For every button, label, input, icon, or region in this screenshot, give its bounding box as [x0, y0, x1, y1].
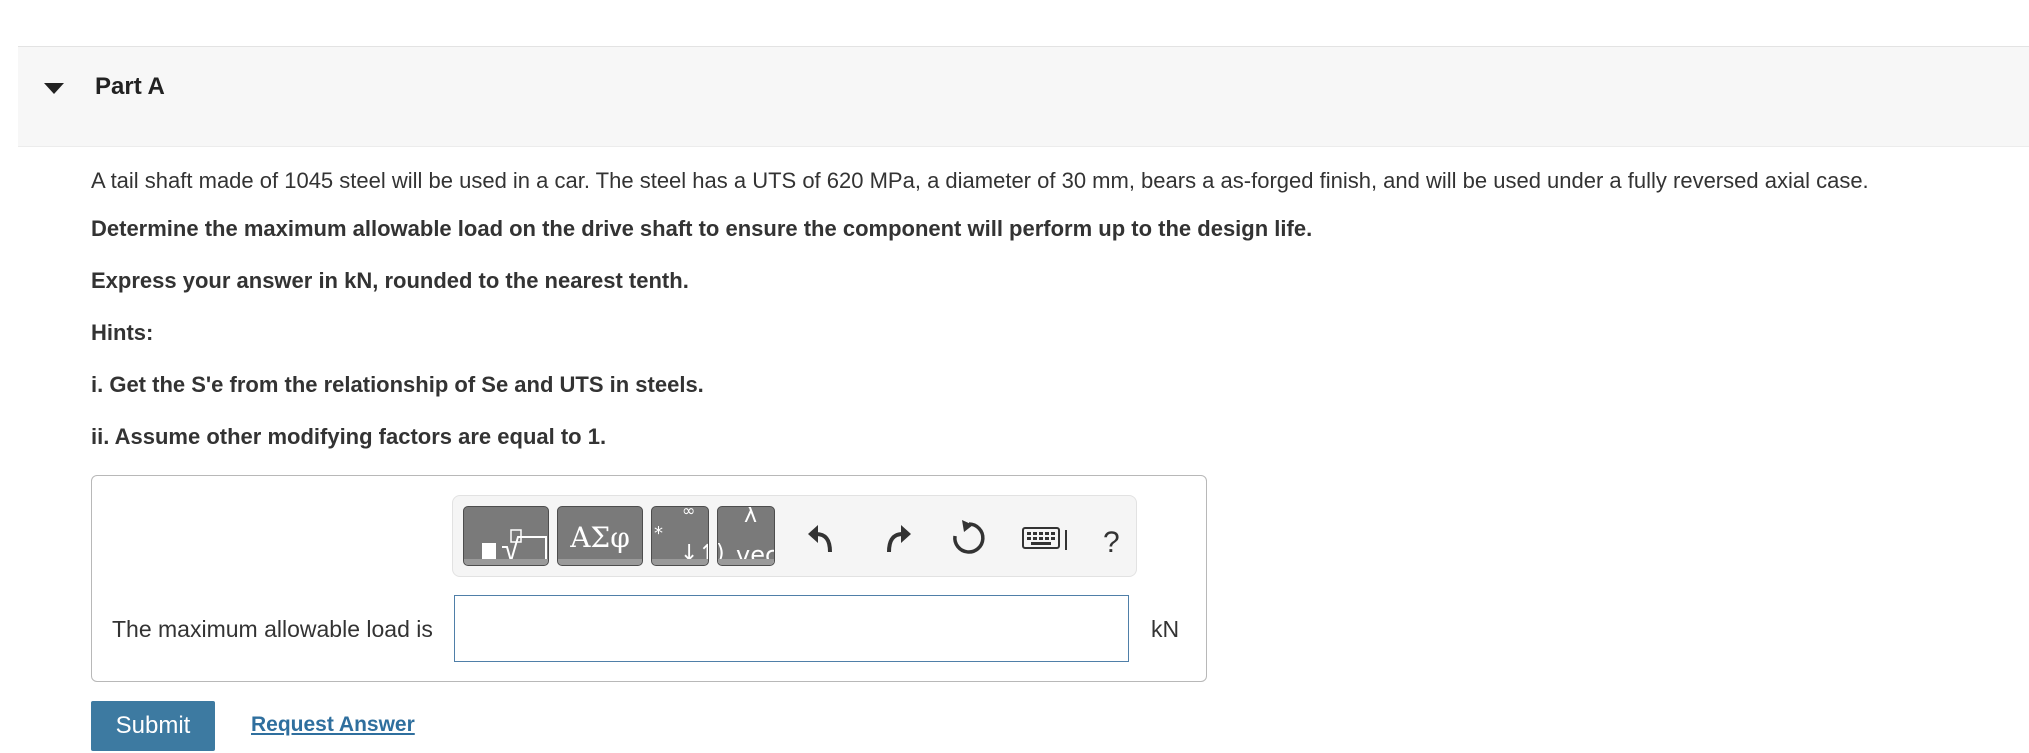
reset-icon[interactable] — [947, 518, 987, 558]
button-bevel — [464, 559, 548, 565]
help-button[interactable]: ? — [1103, 526, 1120, 560]
answer-label: The maximum allowable load is — [112, 616, 433, 642]
hints-heading: Hints: — [91, 320, 154, 345]
question-intro: A tail shaft made of 1045 steel will be … — [91, 168, 1869, 193]
part-title: Part A — [95, 73, 165, 100]
fraction-sqrt-icon — [482, 529, 547, 565]
templates-button[interactable] — [463, 506, 549, 566]
undo-icon[interactable] — [804, 518, 844, 558]
button-bevel — [718, 559, 774, 565]
answer-input[interactable] — [454, 595, 1129, 662]
collapse-caret-icon[interactable] — [44, 83, 64, 94]
page: Part A A tail shaft made of 1045 steel w… — [0, 0, 2029, 753]
button-bevel — [558, 559, 642, 565]
vector-button[interactable]: λ ) vec — [717, 506, 775, 566]
button-bevel — [652, 559, 708, 565]
request-answer-link[interactable]: Request Answer — [251, 713, 415, 737]
hint-2: ii. Assume other modifying factors are e… — [91, 424, 607, 449]
lambda-icon: λ — [744, 506, 758, 528]
arrows-button[interactable]: * ∞ ↓↑ — [651, 506, 709, 566]
submit-button[interactable]: Submit — [91, 701, 215, 751]
keyboard-icon[interactable] — [1021, 518, 1073, 558]
asterisk-icon: * — [654, 523, 663, 544]
greek-symbols-button[interactable]: ΑΣφ — [557, 506, 643, 566]
question-task: Determine the maximum allowable load on … — [91, 216, 1313, 241]
redo-icon[interactable] — [875, 518, 915, 558]
infinity-icon: ∞ — [682, 506, 696, 520]
hint-1: i. Get the S'e from the relationship of … — [91, 372, 704, 397]
unit-label: kN — [1151, 616, 1180, 642]
answer-instruction: Express your answer in kN, rounded to th… — [91, 268, 689, 293]
math-toolbar: ΑΣφ * ∞ ↓↑ λ ) vec — [452, 495, 1137, 577]
greek-symbols-label: ΑΣφ — [570, 521, 630, 554]
part-header[interactable] — [18, 47, 2029, 147]
